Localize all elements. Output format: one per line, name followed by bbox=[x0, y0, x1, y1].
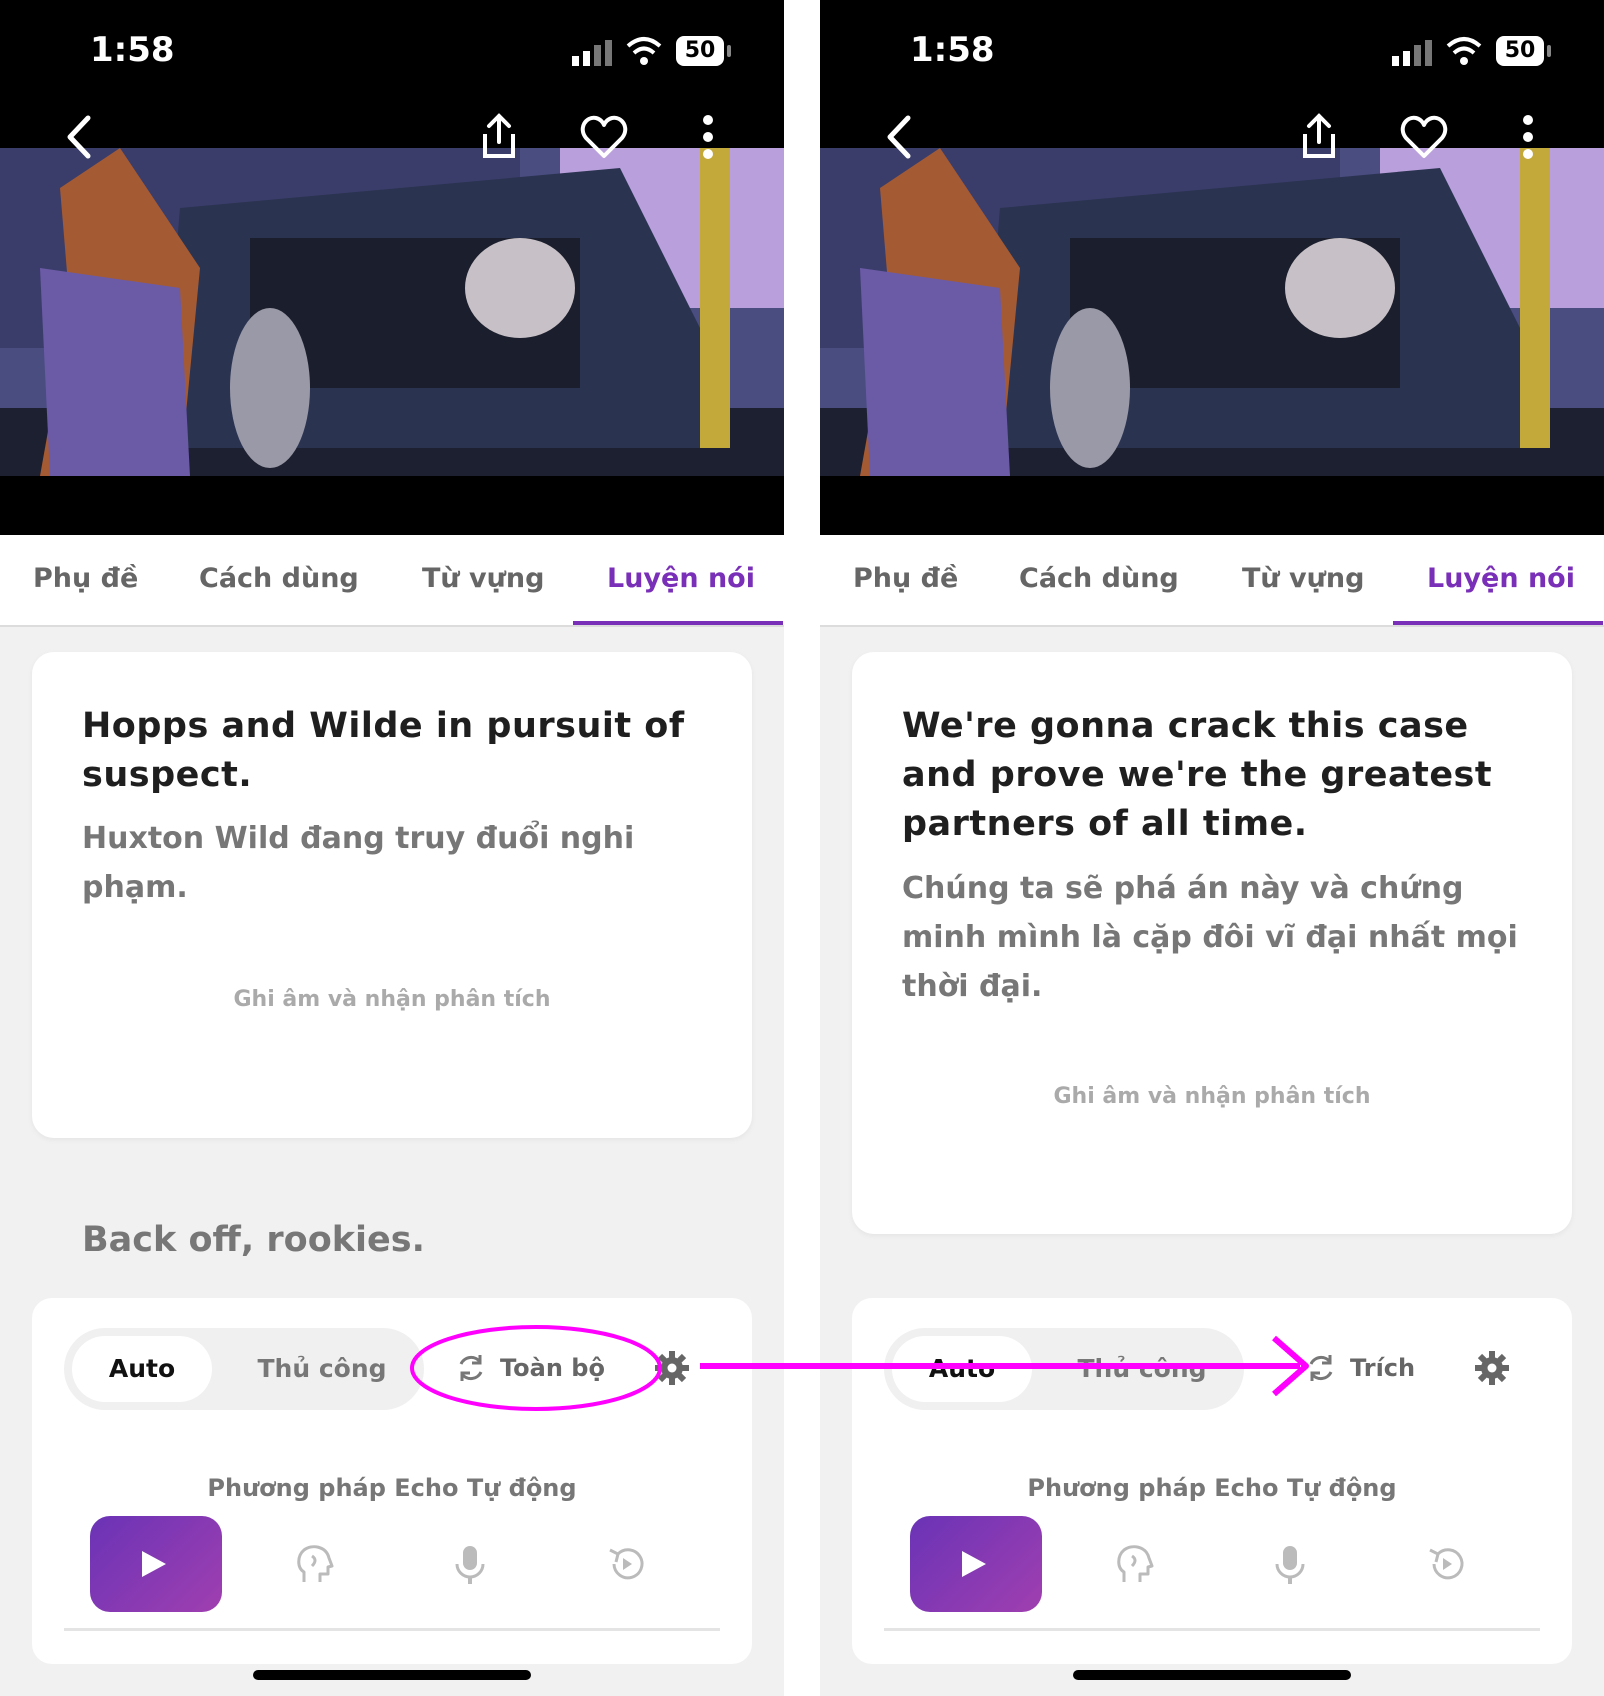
range-toggle-button[interactable]: Toàn bộ bbox=[456, 1346, 605, 1390]
microphone-icon[interactable] bbox=[1270, 1542, 1310, 1586]
phone-screen-right: 1:58 50 Phụ đề Cách dùng Từ vựng Luyện n… bbox=[820, 0, 1604, 1696]
practice-control-panel: Auto Thủ công Toàn bộ Phương pháp Echo T… bbox=[32, 1298, 752, 1664]
repeat-icon bbox=[459, 1355, 483, 1381]
back-arrow-icon[interactable] bbox=[56, 110, 108, 164]
head-listen-icon[interactable] bbox=[1114, 1542, 1154, 1586]
panel-progress-line bbox=[884, 1628, 1540, 1631]
battery-nub bbox=[727, 45, 731, 57]
method-label: Phương pháp Echo Tự động bbox=[207, 1474, 577, 1502]
battery-nub bbox=[1547, 45, 1551, 57]
battery-level: 50 bbox=[1496, 36, 1544, 66]
play-icon bbox=[142, 1551, 166, 1577]
gear-icon[interactable] bbox=[1474, 1350, 1510, 1386]
tab-usage[interactable]: Cách dùng bbox=[199, 563, 359, 594]
back-arrow-icon[interactable] bbox=[876, 110, 928, 164]
sentence-card: Hopps and Wilde in pursuit of suspect. H… bbox=[32, 652, 752, 1138]
sentence-vietnamese: Chúng ta sẽ phá án này và chứng minh mìn… bbox=[902, 871, 1518, 1004]
replay-icon[interactable] bbox=[606, 1542, 646, 1586]
video-player[interactable] bbox=[0, 148, 784, 476]
video-header: 1:58 50 bbox=[0, 0, 784, 535]
home-indicator bbox=[1073, 1670, 1351, 1680]
mode-toggle: Auto Thủ công bbox=[64, 1328, 424, 1410]
mode-toggle: Auto Thủ công bbox=[884, 1328, 1244, 1410]
mode-manual-button[interactable]: Thủ công bbox=[1052, 1336, 1232, 1402]
replay-icon[interactable] bbox=[1426, 1542, 1466, 1586]
sentence-english: We're gonna crack this case and prove we… bbox=[902, 706, 1493, 844]
tab-bar: Phụ đề Cách dùng Từ vựng Luyện nói bbox=[0, 535, 784, 627]
phone-screen-left: 1:58 50 Phụ đề Cách dùng Từ vựng Luyện n… bbox=[0, 0, 784, 1696]
head-listen-icon[interactable] bbox=[294, 1542, 334, 1586]
repeat-icon bbox=[1309, 1355, 1333, 1381]
share-icon[interactable] bbox=[473, 110, 525, 164]
sentence-vietnamese: Huxton Wild đang truy đuổi nghi phạm. bbox=[82, 821, 635, 905]
tab-speaking[interactable]: Luyện nói bbox=[607, 563, 755, 594]
sentence-card: We're gonna crack this case and prove we… bbox=[852, 652, 1572, 1234]
range-toggle-button[interactable]: Trích bbox=[1306, 1346, 1415, 1390]
wifi-icon bbox=[626, 37, 662, 65]
range-toggle-label: Trích bbox=[1350, 1354, 1416, 1382]
video-player[interactable] bbox=[820, 148, 1604, 476]
home-indicator bbox=[253, 1670, 531, 1680]
video-frame bbox=[820, 148, 1604, 476]
record-analyze-label[interactable]: Ghi âm và nhận phân tích bbox=[32, 987, 752, 1012]
tab-usage[interactable]: Cách dùng bbox=[1019, 563, 1179, 594]
heart-icon[interactable] bbox=[578, 110, 630, 164]
video-frame bbox=[0, 148, 784, 476]
gear-icon[interactable] bbox=[654, 1350, 690, 1386]
tab-vocabulary[interactable]: Từ vựng bbox=[1242, 563, 1364, 594]
more-vertical-icon[interactable] bbox=[1502, 110, 1554, 164]
battery-level: 50 bbox=[676, 36, 724, 66]
tab-active-indicator bbox=[573, 621, 783, 625]
play-button[interactable] bbox=[910, 1516, 1042, 1612]
microphone-icon[interactable] bbox=[450, 1542, 490, 1586]
tab-subtitles[interactable]: Phụ đề bbox=[853, 563, 958, 594]
mode-auto-button[interactable]: Auto bbox=[72, 1336, 212, 1402]
tab-speaking[interactable]: Luyện nói bbox=[1427, 563, 1575, 594]
status-time: 1:58 bbox=[90, 30, 175, 70]
wifi-icon bbox=[1446, 37, 1482, 65]
more-vertical-icon[interactable] bbox=[682, 110, 734, 164]
method-label: Phương pháp Echo Tự động bbox=[1027, 1474, 1397, 1502]
tab-active-indicator bbox=[1393, 621, 1603, 625]
status-time: 1:58 bbox=[910, 30, 995, 70]
heart-icon[interactable] bbox=[1398, 110, 1450, 164]
practice-control-panel: Auto Thủ công Trích Phương pháp Echo Tự … bbox=[852, 1298, 1572, 1664]
next-sentence-preview: Back off, rookies. bbox=[82, 1220, 425, 1260]
range-toggle-label: Toàn bộ bbox=[500, 1354, 605, 1382]
tab-subtitles[interactable]: Phụ đề bbox=[33, 563, 138, 594]
sentence-english: Hopps and Wilde in pursuit of suspect. bbox=[82, 706, 685, 795]
play-icon bbox=[962, 1551, 986, 1577]
cellular-signal-icon bbox=[572, 40, 612, 66]
video-header: 1:58 50 bbox=[820, 0, 1604, 535]
record-analyze-label[interactable]: Ghi âm và nhận phân tích bbox=[852, 1084, 1572, 1109]
play-button[interactable] bbox=[90, 1516, 222, 1612]
cellular-signal-icon bbox=[1392, 40, 1432, 66]
tab-bar: Phụ đề Cách dùng Từ vựng Luyện nói bbox=[820, 535, 1604, 627]
mode-auto-button[interactable]: Auto bbox=[892, 1336, 1032, 1402]
share-icon[interactable] bbox=[1293, 110, 1345, 164]
mode-manual-button[interactable]: Thủ công bbox=[232, 1336, 412, 1402]
panel-progress-line bbox=[64, 1628, 720, 1631]
tab-vocabulary[interactable]: Từ vựng bbox=[422, 563, 544, 594]
